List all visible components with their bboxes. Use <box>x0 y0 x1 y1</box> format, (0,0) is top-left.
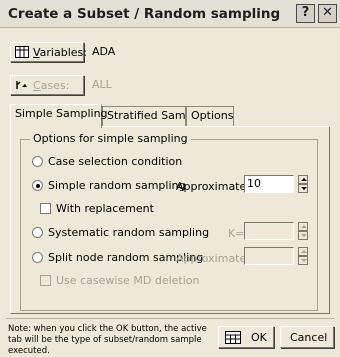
tab-label: Simple Sampling <box>15 107 108 120</box>
tab-simple-sampling[interactable]: Simple Sampling <box>10 104 108 128</box>
case-selection-label: Case selection condition <box>48 155 183 168</box>
variables-value: ADA <box>92 45 116 58</box>
group-title: Options for simple sampling <box>30 132 191 145</box>
k-input[interactable] <box>244 222 294 240</box>
systematic-radio[interactable] <box>32 227 43 238</box>
tab-stratified-sampling[interactable]: Stratified Sampling <box>102 106 213 126</box>
cases-value: ALL <box>92 78 112 91</box>
approx-percent-spinner[interactable] <box>298 175 308 193</box>
casewise-md-checkbox[interactable] <box>40 275 51 286</box>
systematic-label: Systematic random sampling <box>48 226 210 239</box>
variables-button[interactable]: Variables: <box>10 42 87 62</box>
with-replacement-label: With replacement <box>56 202 154 215</box>
simple-random-label: Simple random sampling <box>48 179 186 192</box>
table-icon <box>15 46 29 58</box>
arrow-up-icon <box>301 250 307 253</box>
split-approx-spinner[interactable] <box>298 247 308 265</box>
simple-random-radio[interactable] <box>32 180 43 191</box>
arrow-down-icon <box>301 187 307 190</box>
tab-options[interactable]: Options <box>186 106 234 126</box>
spin-down-button[interactable] <box>298 256 308 265</box>
footer-note: Note: when you click the OK button, the … <box>8 324 207 356</box>
arrow-up-icon <box>301 225 307 228</box>
spin-up-button[interactable] <box>298 175 308 184</box>
spin-up-button[interactable] <box>298 247 308 256</box>
approx-percent-input[interactable]: 10 <box>244 175 294 193</box>
arrow-down-icon <box>301 259 307 262</box>
spin-up-button[interactable] <box>298 222 308 231</box>
close-button[interactable]: ✕ <box>318 4 337 23</box>
cases-icon <box>16 81 27 89</box>
variables-button-label: Variables: <box>33 46 87 59</box>
footer-divider <box>6 318 334 319</box>
with-replacement-checkbox[interactable] <box>40 203 51 214</box>
spin-down-button[interactable] <box>298 184 308 193</box>
spin-down-button[interactable] <box>298 231 308 240</box>
ok-button-label: OK <box>251 331 267 344</box>
k-spinner[interactable] <box>298 222 308 240</box>
grid-icon <box>225 331 241 344</box>
casewise-md-label: Use casewise MD deletion <box>56 274 200 287</box>
arrow-down-icon <box>301 234 307 237</box>
window-title: Create a Subset / Random sampling <box>8 6 281 22</box>
cases-button[interactable]: Cases: <box>10 75 84 95</box>
split-approx-input[interactable] <box>244 247 294 265</box>
cases-button-label: Cases: <box>33 79 70 92</box>
ok-button[interactable]: OK <box>218 326 274 348</box>
title-bar: Create a Subset / Random sampling ? ✕ <box>0 0 340 28</box>
cancel-button[interactable]: Cancel <box>280 326 334 348</box>
split-node-radio[interactable] <box>32 252 43 263</box>
cancel-button-label: Cancel <box>290 331 328 344</box>
help-button[interactable]: ? <box>296 4 315 23</box>
arrow-up-icon <box>301 178 307 181</box>
k-label: K= <box>228 227 245 240</box>
tab-label: Options <box>191 109 234 122</box>
case-selection-radio[interactable] <box>32 156 43 167</box>
